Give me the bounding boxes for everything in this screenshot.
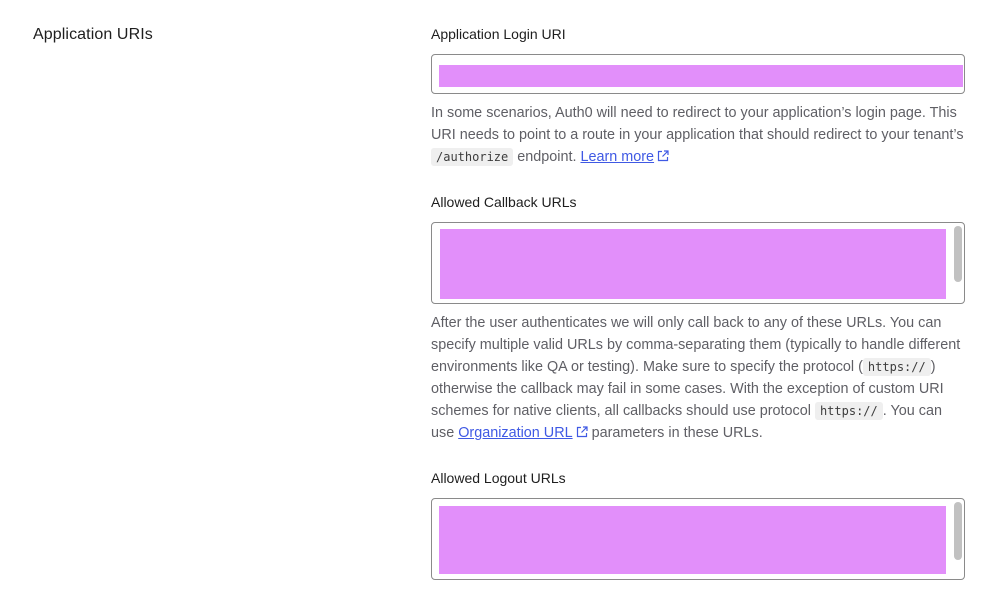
textarea-scrollbar[interactable] (954, 502, 962, 560)
learn-more-link[interactable]: Learn more (580, 149, 654, 165)
authorize-code: /authorize (431, 148, 514, 166)
redacted-value (439, 65, 963, 87)
login-uri-input[interactable] (431, 54, 965, 94)
callback-urls-label: Allowed Callback URLs (431, 194, 577, 210)
logout-urls-label: Allowed Logout URLs (431, 470, 566, 486)
callback-urls-help: After the user authenticates we will onl… (431, 315, 961, 441)
external-link-icon[interactable] (576, 426, 588, 438)
organization-url-link[interactable]: Organization URL (458, 425, 572, 441)
https-code: https:// (814, 402, 883, 420)
https-code: https:// (862, 358, 931, 376)
external-link-icon[interactable] (657, 150, 669, 162)
callback-urls-textarea[interactable] (431, 222, 965, 304)
login-uri-help: In some scenarios, Auth0 will need to re… (431, 105, 964, 166)
logout-urls-textarea[interactable] (431, 498, 965, 580)
redacted-value (439, 506, 946, 574)
section-title: Application URIs (33, 26, 153, 43)
redacted-value (440, 229, 946, 299)
textarea-scrollbar[interactable] (954, 226, 962, 282)
login-uri-label: Application Login URI (431, 26, 566, 42)
